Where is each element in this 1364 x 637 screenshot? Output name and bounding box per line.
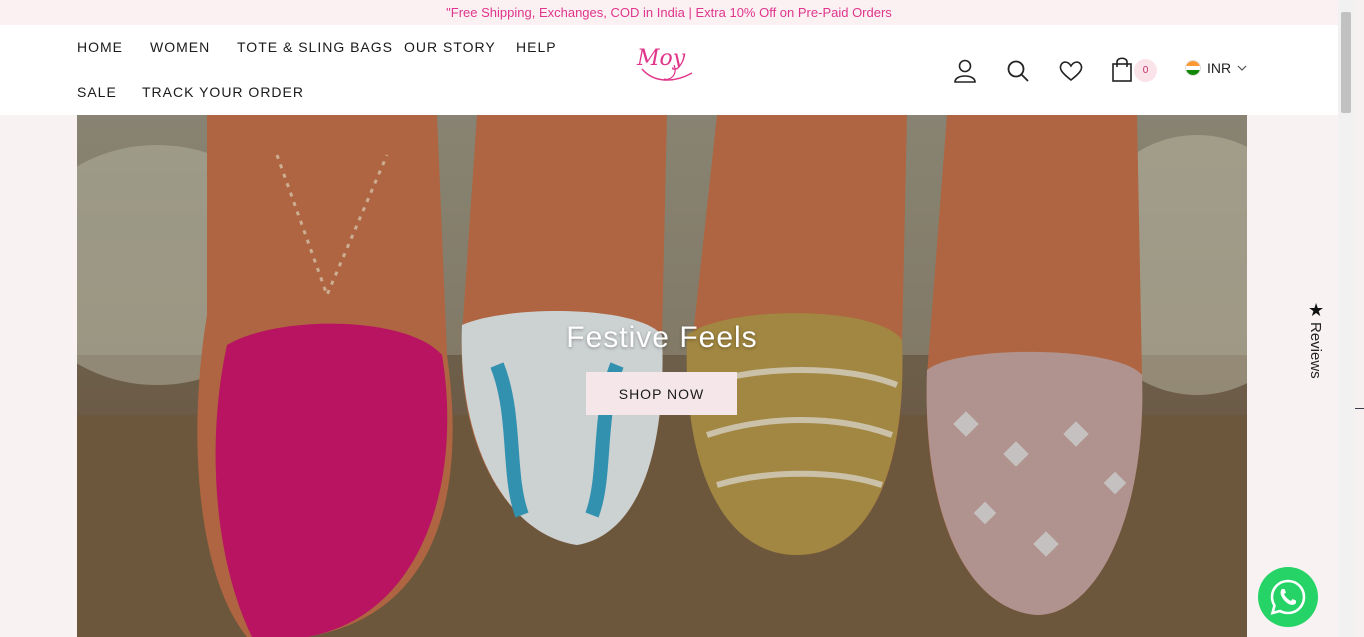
heart-icon[interactable]: [1058, 58, 1084, 84]
user-icon[interactable]: [952, 58, 978, 84]
scrollbar-thumb[interactable]: [1341, 12, 1351, 113]
nav-home[interactable]: HOME: [77, 39, 123, 55]
site-header: HOME WOMEN TOTE & SLING BAGS OUR STORY H…: [0, 25, 1338, 115]
svg-text:Moy: Moy: [636, 46, 686, 71]
shopping-bag-icon[interactable]: [1110, 55, 1136, 82]
nav-our-story[interactable]: OUR STORY: [404, 39, 496, 55]
edge-divider: [1355, 408, 1364, 409]
page-scrollbar[interactable]: [1338, 0, 1355, 637]
search-icon[interactable]: [1005, 58, 1031, 84]
shop-now-button[interactable]: SHOP NOW: [586, 372, 737, 415]
currency-label: INR: [1207, 60, 1232, 76]
announcement-bar: "Free Shipping, Exchanges, COD in India …: [0, 0, 1338, 25]
reviews-side-tab[interactable]: ★ Reviews: [1306, 300, 1330, 390]
hero-title: Festive Feels: [566, 321, 758, 354]
currency-selector[interactable]: INR: [1185, 60, 1247, 76]
india-flag-icon: [1185, 60, 1201, 76]
nav-track-order[interactable]: TRACK YOUR ORDER: [142, 84, 304, 100]
announcement-text: "Free Shipping, Exchanges, COD in India …: [446, 5, 892, 20]
star-icon: ★: [1308, 300, 1325, 321]
chevron-down-icon: [1237, 65, 1247, 71]
nav-help[interactable]: HELP: [516, 39, 557, 55]
whatsapp-chat-button[interactable]: [1258, 567, 1318, 627]
window-edge: [1355, 0, 1364, 637]
brand-logo[interactable]: Moy: [634, 39, 696, 85]
cart-count-badge: 0: [1134, 59, 1157, 82]
nav-women[interactable]: WOMEN: [150, 39, 210, 55]
whatsapp-icon: [1270, 579, 1306, 615]
nav-tote-sling-bags[interactable]: TOTE & SLING BAGS: [237, 39, 393, 55]
nav-sale[interactable]: SALE: [77, 84, 117, 100]
hero-banner: Festive Feels SHOP NOW: [77, 115, 1247, 637]
reviews-label: Reviews: [1307, 322, 1324, 379]
